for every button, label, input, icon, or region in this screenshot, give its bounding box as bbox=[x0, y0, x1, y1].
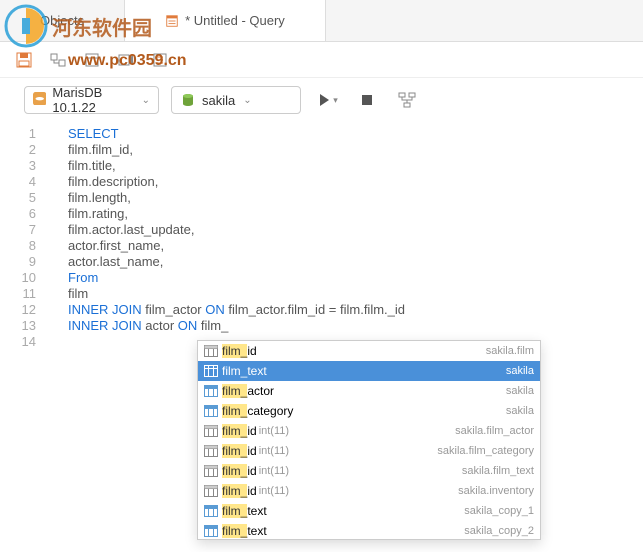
sql-editor[interactable]: 1234567891011121314 SELECTfilm.film_id,f… bbox=[0, 122, 643, 350]
stop-button[interactable] bbox=[353, 88, 381, 112]
autocomplete-name: film_text bbox=[222, 364, 267, 378]
table-icon bbox=[204, 385, 218, 397]
line-number: 4 bbox=[0, 174, 36, 190]
line-number: 3 bbox=[0, 158, 36, 174]
chevron-down-icon: ⌄ bbox=[243, 95, 251, 106]
autocomplete-type: int(11) bbox=[259, 445, 289, 457]
autocomplete-item[interactable]: film_text sakila_copy_1 bbox=[198, 501, 540, 521]
toolbar-btn-3[interactable] bbox=[80, 48, 104, 72]
autocomplete-popup[interactable]: film_idsakila.filmfilm_textsakilafilm_ac… bbox=[197, 340, 541, 540]
autocomplete-item[interactable]: film_text sakila bbox=[198, 361, 540, 381]
column-icon bbox=[204, 465, 218, 477]
line-number: 9 bbox=[0, 254, 36, 270]
autocomplete-name: film_id bbox=[222, 444, 257, 458]
code-line[interactable]: SELECT bbox=[48, 126, 643, 142]
toolbar-btn-4[interactable] bbox=[114, 48, 138, 72]
autocomplete-name: film_id bbox=[222, 424, 257, 438]
line-number: 6 bbox=[0, 206, 36, 222]
autocomplete-name: film_id bbox=[222, 344, 257, 358]
query-icon bbox=[165, 14, 179, 28]
code-line[interactable]: actor.last_name, bbox=[48, 254, 643, 270]
line-number: 1 bbox=[0, 126, 36, 142]
column-icon bbox=[204, 345, 218, 357]
connection-icon bbox=[33, 92, 46, 108]
autocomplete-name: film_actor bbox=[222, 384, 274, 398]
code-line[interactable]: INNER JOIN actor ON film_ bbox=[48, 318, 643, 334]
line-gutter: 1234567891011121314 bbox=[0, 126, 48, 350]
database-dropdown[interactable]: sakila ⌄ bbox=[171, 86, 301, 114]
tab-query[interactable]: * Untitled - Query bbox=[125, 0, 326, 41]
autocomplete-item[interactable]: film_id sakila.film bbox=[198, 341, 540, 361]
code-line[interactable]: film.rating, bbox=[48, 206, 643, 222]
autocomplete-schema: sakila bbox=[506, 385, 534, 397]
autocomplete-schema: sakila.film_category bbox=[437, 445, 534, 457]
run-button[interactable]: ▾ bbox=[313, 88, 341, 112]
connection-label: MarisDB 10.1.22 bbox=[52, 85, 133, 115]
line-number: 2 bbox=[0, 142, 36, 158]
autocomplete-schema: sakila.film bbox=[486, 345, 534, 357]
column-icon bbox=[204, 445, 218, 457]
autocomplete-name: film_id bbox=[222, 484, 257, 498]
code-line[interactable]: film.description, bbox=[48, 174, 643, 190]
autocomplete-type: int(11) bbox=[259, 465, 289, 477]
autocomplete-item[interactable]: film_category sakila bbox=[198, 401, 540, 421]
autocomplete-item[interactable]: film_actor sakila bbox=[198, 381, 540, 401]
code-line[interactable]: film.title, bbox=[48, 158, 643, 174]
table-icon bbox=[204, 505, 218, 517]
line-number: 11 bbox=[0, 286, 36, 302]
code-line[interactable]: actor.first_name, bbox=[48, 238, 643, 254]
autocomplete-schema: sakila.film_actor bbox=[455, 425, 534, 437]
column-icon bbox=[204, 425, 218, 437]
tab-bar: Objects * Untitled - Query bbox=[0, 0, 643, 42]
column-icon bbox=[204, 485, 218, 497]
autocomplete-item[interactable]: film_idint(11) sakila.film_actor bbox=[198, 421, 540, 441]
autocomplete-schema: sakila bbox=[506, 405, 534, 417]
toolbar-btn-2[interactable] bbox=[46, 48, 70, 72]
autocomplete-schema: sakila_copy_1 bbox=[464, 505, 534, 517]
database-label: sakila bbox=[202, 93, 235, 108]
database-icon bbox=[180, 92, 196, 108]
autocomplete-name: film_category bbox=[222, 404, 293, 418]
save-button[interactable] bbox=[12, 48, 36, 72]
autocomplete-item[interactable]: film_idint(11) sakila.film_category bbox=[198, 441, 540, 461]
table-icon bbox=[204, 525, 218, 537]
connection-bar: MarisDB 10.1.22 ⌄ sakila ⌄ ▾ bbox=[0, 78, 643, 122]
autocomplete-item[interactable]: film_idint(11) sakila.inventory bbox=[198, 481, 540, 501]
code-line[interactable]: film.film_id, bbox=[48, 142, 643, 158]
autocomplete-schema: sakila_copy_2 bbox=[464, 525, 534, 537]
line-number: 10 bbox=[0, 270, 36, 286]
autocomplete-schema: sakila.film_text bbox=[462, 465, 534, 477]
toolbar-btn-5[interactable] bbox=[148, 48, 172, 72]
line-number: 13 bbox=[0, 318, 36, 334]
line-number: 12 bbox=[0, 302, 36, 318]
line-number: 5 bbox=[0, 190, 36, 206]
code-line[interactable]: INNER JOIN film_actor ON film_actor.film… bbox=[48, 302, 643, 318]
code-area[interactable]: SELECTfilm.film_id,film.title,film.descr… bbox=[48, 126, 643, 350]
tab-query-label: * Untitled - Query bbox=[185, 13, 285, 28]
line-number: 14 bbox=[0, 334, 36, 350]
connection-dropdown[interactable]: MarisDB 10.1.22 ⌄ bbox=[24, 86, 159, 114]
autocomplete-type: int(11) bbox=[259, 425, 289, 437]
tab-objects-label: Objects bbox=[40, 13, 84, 28]
autocomplete-schema: sakila bbox=[506, 365, 534, 377]
code-line[interactable]: film.length, bbox=[48, 190, 643, 206]
chevron-down-icon: ⌄ bbox=[142, 95, 150, 106]
tab-objects[interactable]: Objects bbox=[0, 0, 125, 41]
code-line[interactable]: film bbox=[48, 286, 643, 302]
code-line[interactable]: From bbox=[48, 270, 643, 286]
autocomplete-item[interactable]: film_text sakila_copy_2 bbox=[198, 521, 540, 540]
code-line[interactable]: film.actor.last_update, bbox=[48, 222, 643, 238]
autocomplete-item[interactable]: film_idint(11) sakila.film_text bbox=[198, 461, 540, 481]
autocomplete-name: film_id bbox=[222, 464, 257, 478]
line-number: 8 bbox=[0, 238, 36, 254]
table-icon bbox=[204, 365, 218, 377]
explain-button[interactable] bbox=[393, 88, 421, 112]
autocomplete-schema: sakila.inventory bbox=[458, 485, 534, 497]
line-number: 7 bbox=[0, 222, 36, 238]
autocomplete-name: film_text bbox=[222, 524, 267, 538]
toolbar bbox=[0, 42, 643, 78]
autocomplete-name: film_text bbox=[222, 504, 267, 518]
table-icon bbox=[204, 405, 218, 417]
autocomplete-type: int(11) bbox=[259, 485, 289, 497]
